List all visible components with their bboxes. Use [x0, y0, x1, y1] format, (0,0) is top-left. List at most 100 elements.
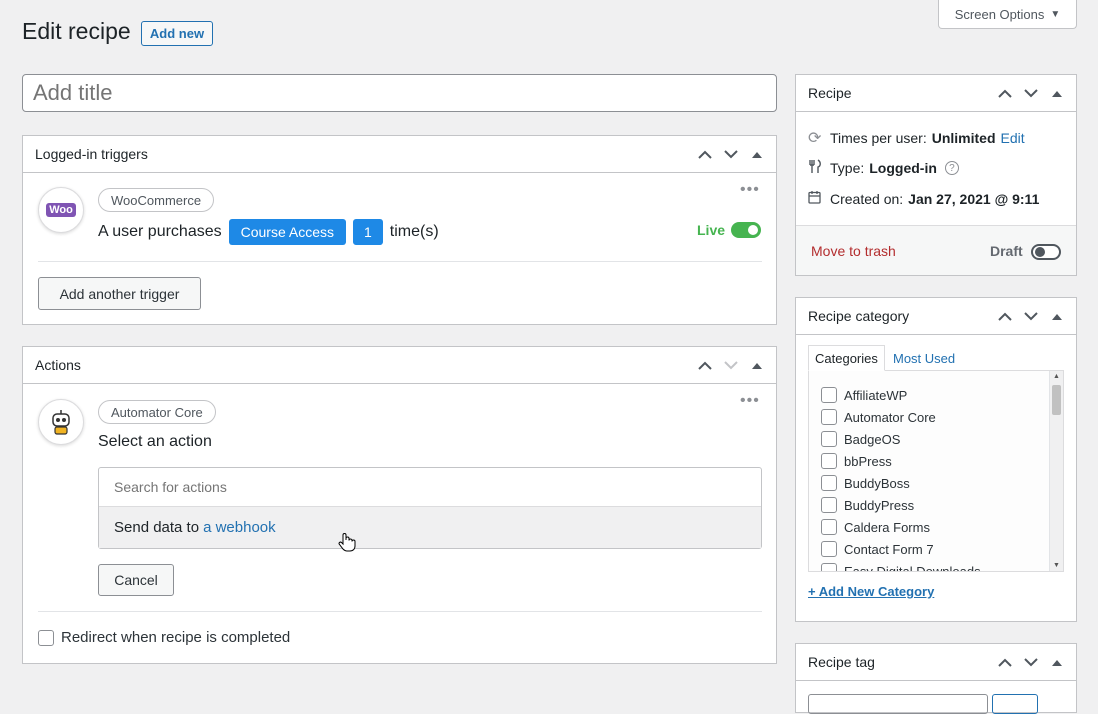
redirect-label: Redirect when recipe is completed: [61, 629, 291, 646]
category-item[interactable]: Caldera Forms: [821, 516, 1063, 538]
caret-down-icon: ▼: [1050, 8, 1061, 20]
times-per-user-row: ⟳ Times per user: Unlimited Edit: [808, 128, 1025, 148]
tab-most-used[interactable]: Most Used: [893, 345, 955, 371]
move-down-icon[interactable]: [1018, 299, 1044, 335]
category-label: BuddyPress: [844, 497, 915, 513]
created-on-row: Created on: Jan 27, 2021 @ 9:11: [808, 190, 1039, 207]
category-item[interactable]: AffiliateWP: [821, 384, 1063, 406]
category-item[interactable]: Contact Form 7: [821, 538, 1063, 560]
trigger-count-token[interactable]: 1: [353, 219, 383, 245]
toggle-knob: [1035, 247, 1045, 257]
tag-input[interactable]: [808, 694, 988, 714]
screen-options-button[interactable]: Screen Options ▼: [938, 0, 1077, 29]
category-list[interactable]: AffiliateWP Automator Core BadgeOS bbPress B…: [808, 370, 1064, 572]
collapse-icon[interactable]: [1044, 645, 1070, 681]
category-item[interactable]: Easy Digital Downloads: [821, 560, 1063, 571]
utensils-icon: [808, 159, 825, 177]
category-checkbox[interactable]: [821, 453, 837, 469]
action-result-webhook[interactable]: Send data to a webhook: [99, 507, 761, 548]
recipe-tag-panel: Recipe tag: [795, 643, 1077, 714]
times-edit-link[interactable]: Edit: [1001, 130, 1025, 146]
triggers-header: Logged-in triggers: [23, 136, 776, 173]
scroll-up-icon[interactable]: ▲: [1053, 373, 1060, 380]
category-heading: Recipe category: [808, 308, 910, 324]
page-title: Edit recipe: [22, 18, 131, 44]
collapse-icon[interactable]: [744, 348, 770, 384]
triggers-panel: Logged-in triggers Woo WooCommerce ••• A…: [22, 135, 777, 325]
category-item[interactable]: Automator Core: [821, 406, 1063, 428]
category-list-items: AffiliateWP Automator Core BadgeOS bbPress B…: [809, 371, 1063, 571]
action-search-input[interactable]: [99, 468, 761, 507]
category-checkbox[interactable]: [821, 497, 837, 513]
category-scrollbar[interactable]: ▲ ▼: [1049, 371, 1063, 571]
move-up-icon[interactable]: [692, 137, 718, 173]
trigger-integration-badge: WooCommerce: [98, 188, 215, 212]
tag-header: Recipe tag: [796, 644, 1076, 681]
category-checkbox[interactable]: [821, 431, 837, 447]
draft-toggle[interactable]: [1031, 244, 1061, 260]
recipe-panel: Recipe ⟳ Times per user: Unlimited Edit …: [795, 74, 1077, 276]
cancel-button[interactable]: Cancel: [98, 564, 174, 596]
action-more-options-icon[interactable]: •••: [740, 392, 760, 410]
created-label: Created on:: [830, 190, 904, 207]
trigger-prefix: A user purchases: [98, 223, 222, 240]
trigger-more-options-icon[interactable]: •••: [740, 181, 760, 199]
move-down-icon[interactable]: [1018, 645, 1044, 681]
tag-add-button[interactable]: [992, 694, 1038, 714]
category-item[interactable]: BuddyBoss: [821, 472, 1063, 494]
recipe-header: Recipe: [796, 75, 1076, 112]
move-up-icon[interactable]: [992, 299, 1018, 335]
draft-label: Draft: [990, 243, 1023, 259]
collapse-icon[interactable]: [1044, 299, 1070, 335]
category-item[interactable]: BadgeOS: [821, 428, 1063, 450]
category-item[interactable]: BuddyPress: [821, 494, 1063, 516]
scroll-down-icon[interactable]: ▼: [1053, 562, 1060, 569]
category-checkbox[interactable]: [821, 409, 837, 425]
move-to-trash-link[interactable]: Move to trash: [811, 243, 896, 259]
actions-divider: [38, 611, 762, 612]
category-label: BadgeOS: [844, 431, 901, 447]
collapse-icon[interactable]: [1044, 76, 1070, 112]
recipe-actions-bar: Move to trash Draft: [796, 225, 1076, 275]
category-label: Caldera Forms: [844, 519, 930, 535]
tag-heading: Recipe tag: [808, 654, 875, 670]
trigger-product-token[interactable]: Course Access: [228, 219, 346, 245]
category-checkbox[interactable]: [821, 387, 837, 403]
scroll-thumb[interactable]: [1052, 385, 1061, 415]
category-label: bbPress: [844, 453, 892, 469]
tab-categories[interactable]: Categories: [808, 345, 885, 371]
collapse-icon[interactable]: [744, 137, 770, 173]
move-up-icon[interactable]: [692, 348, 718, 384]
move-down-icon[interactable]: [1018, 76, 1044, 112]
triggers-heading: Logged-in triggers: [35, 146, 148, 162]
times-value: Unlimited: [931, 130, 996, 146]
category-checkbox[interactable]: [821, 519, 837, 535]
add-another-trigger-button[interactable]: Add another trigger: [38, 277, 201, 310]
times-label: Times per user:: [830, 130, 927, 146]
move-down-icon[interactable]: [718, 348, 744, 384]
action-search-box: Send data to a webhook: [98, 467, 762, 549]
help-icon[interactable]: ?: [944, 161, 959, 175]
category-checkbox[interactable]: [821, 563, 837, 571]
move-down-icon[interactable]: [718, 137, 744, 173]
trigger-divider: [38, 261, 762, 262]
category-checkbox[interactable]: [821, 541, 837, 557]
add-new-category-link[interactable]: + Add New Category: [808, 584, 934, 599]
category-label: BuddyBoss: [844, 475, 910, 491]
move-up-icon[interactable]: [992, 76, 1018, 112]
move-up-icon[interactable]: [992, 645, 1018, 681]
category-item[interactable]: bbPress: [821, 450, 1063, 472]
action-integration-badge: Automator Core: [98, 400, 216, 424]
trigger-live-toggle[interactable]: [731, 222, 761, 238]
recipe-heading: Recipe: [808, 85, 852, 101]
trigger-sentence: A user purchases Course Access 1 time(s): [98, 219, 439, 245]
redirect-checkbox[interactable]: [38, 629, 54, 646]
automator-robot-icon: [38, 399, 84, 445]
add-new-button[interactable]: Add new: [141, 21, 213, 46]
title-input[interactable]: [22, 74, 777, 112]
trigger-suffix: time(s): [389, 223, 439, 240]
action-prompt: Select an action: [98, 433, 212, 450]
action-result-link[interactable]: a webhook: [203, 519, 276, 536]
category-checkbox[interactable]: [821, 475, 837, 491]
created-value: Jan 27, 2021 @ 9:11: [908, 190, 1040, 207]
